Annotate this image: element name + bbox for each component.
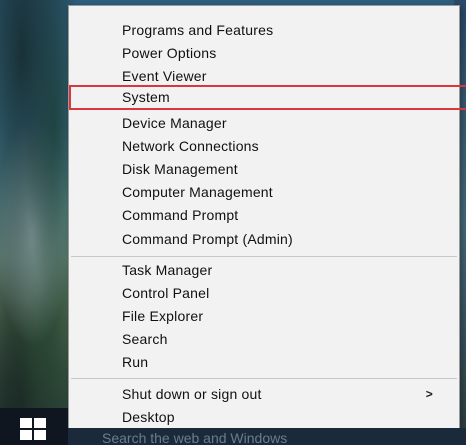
menu-item-control-panel[interactable]: Control Panel	[69, 282, 459, 305]
menu-item-label: Run	[122, 354, 149, 370]
menu-item-label: Desktop	[122, 409, 175, 425]
menu-item-power-options[interactable]: Power Options	[69, 42, 459, 65]
menu-separator	[71, 256, 457, 257]
menu-item-label: Task Manager	[122, 262, 213, 278]
menu-item-run[interactable]: Run	[69, 351, 459, 374]
menu-item-programs-and-features[interactable]: Programs and Features	[69, 19, 459, 42]
menu-item-label: Event Viewer	[122, 68, 207, 84]
menu-item-task-manager[interactable]: Task Manager	[69, 259, 459, 282]
menu-item-label: Device Manager	[122, 115, 227, 131]
menu-item-device-manager[interactable]: Device Manager	[69, 112, 459, 135]
menu-item-label: Search	[122, 331, 168, 347]
menu-item-disk-management[interactable]: Disk Management	[69, 158, 459, 181]
menu-item-command-prompt[interactable]: Command Prompt	[69, 204, 459, 227]
windows-logo-icon	[20, 418, 48, 442]
menu-item-label: Computer Management	[122, 184, 273, 200]
menu-item-label: Disk Management	[122, 161, 238, 177]
menu-item-label: Command Prompt	[122, 207, 239, 223]
power-user-menu: Programs and Features Power Options Even…	[68, 5, 466, 429]
menu-item-search[interactable]: Search	[69, 328, 459, 351]
menu-item-label: Programs and Features	[122, 22, 274, 38]
menu-item-file-explorer[interactable]: File Explorer	[69, 305, 459, 328]
taskbar-search-hint[interactable]: Search the web and Windows	[102, 430, 287, 445]
menu-item-system[interactable]: System	[69, 85, 466, 110]
chevron-right-icon: >	[425, 387, 433, 401]
menu-item-desktop[interactable]: Desktop	[69, 406, 459, 429]
menu-item-label: Shut down or sign out	[122, 386, 262, 402]
menu-separator	[71, 378, 457, 379]
start-button[interactable]	[0, 408, 68, 445]
desktop: Programs and Features Power Options Even…	[0, 0, 466, 445]
menu-item-network-connections[interactable]: Network Connections	[69, 135, 459, 158]
menu-item-label: Power Options	[122, 45, 217, 61]
menu-item-label: Control Panel	[122, 285, 210, 301]
menu-item-shut-down-or-sign-out[interactable]: Shut down or sign out >	[69, 383, 459, 406]
menu-item-label: Command Prompt (Admin)	[122, 231, 293, 247]
menu-item-event-viewer[interactable]: Event Viewer	[69, 65, 459, 88]
menu-item-label: File Explorer	[122, 308, 204, 324]
menu-item-label: Network Connections	[122, 138, 259, 154]
menu-item-label: System	[122, 89, 170, 105]
menu-item-command-prompt-admin[interactable]: Command Prompt (Admin)	[69, 228, 459, 251]
menu-item-computer-management[interactable]: Computer Management	[69, 181, 459, 204]
